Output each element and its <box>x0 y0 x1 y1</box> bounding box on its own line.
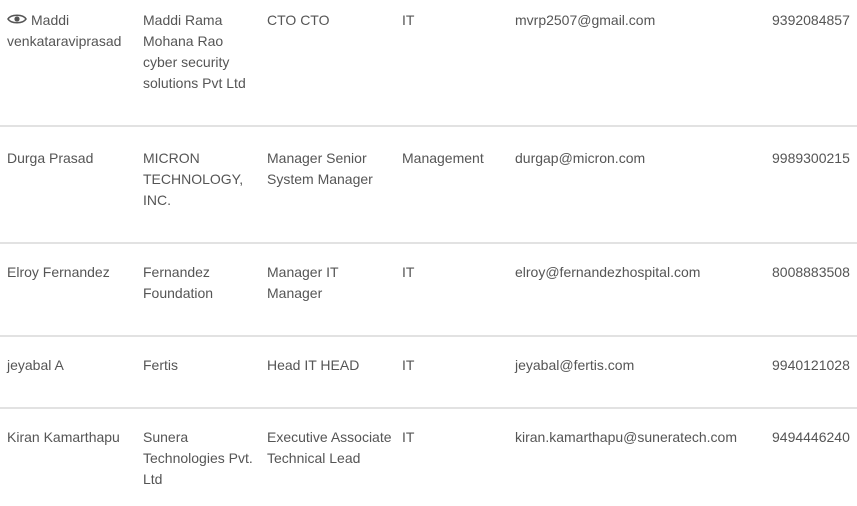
email-cell: durgap@micron.com <box>508 126 765 244</box>
job-title-cell: CTO CTO <box>260 0 395 127</box>
department-cell: Management <box>395 126 508 244</box>
phone-cell: 9989300215 <box>765 126 857 244</box>
eye-icon[interactable] <box>7 11 27 25</box>
job-title-cell: Executive Associate Technical Lead <box>267 429 392 466</box>
department-cell: IT <box>395 336 508 409</box>
department-cell: IT <box>395 243 508 337</box>
email-cell: jeyabal@fertis.com <box>508 336 765 409</box>
job-title-cell: Manager Senior System Manager <box>260 126 395 244</box>
job-title-cell: Head IT HEAD <box>260 336 395 409</box>
email-cell: kiran.kamarthapu@suneratech.com <box>515 429 737 445</box>
company-cell: Maddi Rama Mohana Rao cyber security sol… <box>136 0 260 127</box>
email-cell: elroy@fernandezhospital.com <box>508 243 765 337</box>
table-row: jeyabal A Fertis Head IT HEAD IT jeyabal… <box>0 336 857 409</box>
phone-cell: 9494446240 <box>772 429 850 445</box>
contact-name-cell: Durga Prasad <box>0 126 136 244</box>
contact-name-cell: Maddi venkataraviprasad <box>0 0 136 127</box>
table-row: Durga Prasad MICRON TECHNOLOGY, INC. Man… <box>0 126 857 244</box>
contact-name-cell: jeyabal A <box>0 336 136 409</box>
contact-name-cell: Kiran Kamarthapu <box>7 429 120 445</box>
table-row: Kiran Kamarthapu Sunera Technologies Pvt… <box>0 408 857 506</box>
email-cell: mvrp2507@gmail.com <box>508 0 765 127</box>
job-title-cell: Manager IT Manager <box>260 243 395 337</box>
company-cell: Sunera Technologies Pvt. Ltd <box>143 429 253 487</box>
table-row: Maddi venkataraviprasad Maddi Rama Mohan… <box>0 0 857 127</box>
phone-cell: 8008883508 <box>765 243 857 337</box>
company-cell: Fernandez Foundation <box>136 243 260 337</box>
department-cell: IT <box>395 0 508 127</box>
phone-cell: 9392084857 <box>765 0 857 127</box>
table-row: Elroy Fernandez Fernandez Foundation Man… <box>0 243 857 337</box>
department-cell: IT <box>402 429 415 445</box>
contact-name-cell: Elroy Fernandez <box>0 243 136 337</box>
company-cell: MICRON TECHNOLOGY, INC. <box>136 126 260 244</box>
contacts-table: Maddi venkataraviprasad Maddi Rama Mohan… <box>0 0 857 506</box>
phone-cell: 9940121028 <box>765 336 857 409</box>
company-cell: Fertis <box>136 336 260 409</box>
